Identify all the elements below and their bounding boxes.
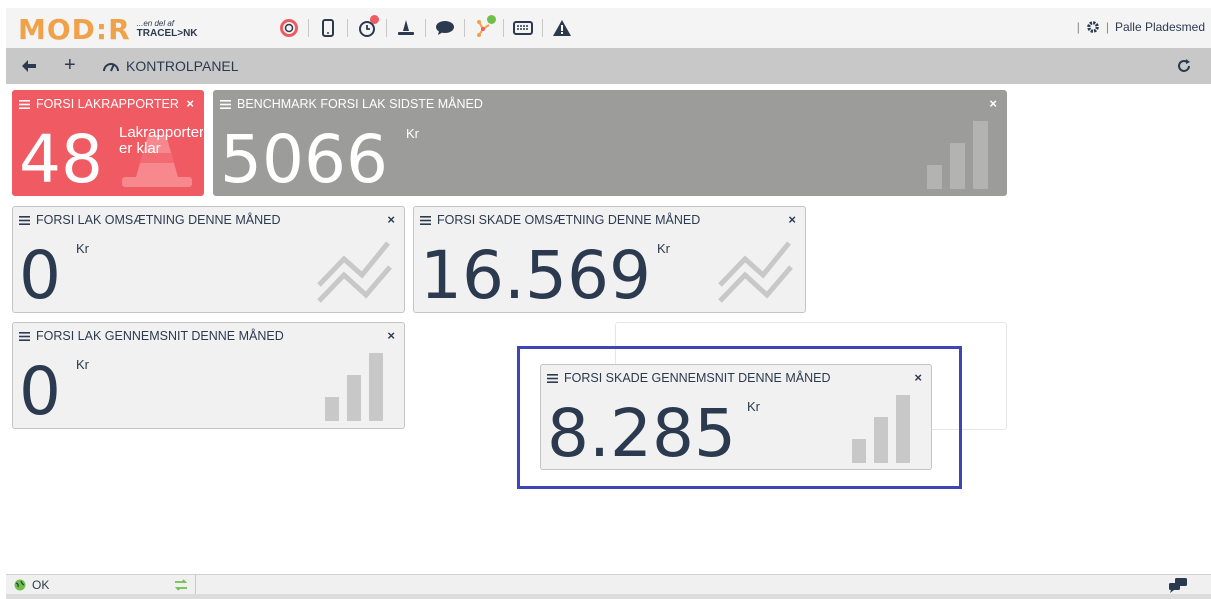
status-text: OK — [32, 578, 50, 592]
widget-unit: Kr — [76, 357, 89, 372]
widget-lak-gennemsnit[interactable]: FORSI LAK GENNEMSNIT DENNE MÅNED × 0 Kr — [12, 322, 405, 429]
user-name[interactable]: Palle Pladesmed — [1115, 20, 1205, 34]
widget-value: 0 — [19, 353, 61, 429]
logo-brand: TRACEL>NK — [136, 28, 198, 39]
menu-icon[interactable] — [547, 373, 558, 383]
cone-icon[interactable] — [393, 16, 419, 40]
divider: | — [1076, 20, 1080, 34]
lifebuoy-icon[interactable] — [276, 16, 302, 40]
notification-dot — [370, 15, 379, 24]
toolbar-divider — [542, 19, 543, 37]
clock-icon[interactable] — [354, 15, 380, 40]
close-icon[interactable]: × — [989, 96, 997, 111]
widget-header: FORSI LAKRAPPORTER — [19, 97, 179, 111]
warning-icon[interactable] — [549, 16, 575, 40]
page-title-text: KONTROLPANEL — [126, 58, 239, 74]
widget-title: FORSI LAK OMSÆTNING DENNE MÅNED — [36, 213, 281, 227]
top-header: MOD:R ...en del af TRACEL>NK | | Palle P… — [6, 8, 1211, 48]
close-icon[interactable]: × — [387, 328, 395, 343]
chat-icon[interactable] — [432, 16, 458, 40]
logo[interactable]: MOD:R ...en del af TRACEL>NK — [18, 12, 198, 46]
close-icon[interactable]: × — [387, 212, 395, 227]
widget-title: BENCHMARK FORSI LAK SIDSTE MÅNED — [237, 97, 483, 111]
close-icon[interactable]: × — [788, 212, 796, 227]
status-bar: OK — [6, 574, 1211, 595]
widget-value: 48 — [19, 121, 103, 196]
widget-unit: Kr — [76, 241, 89, 256]
page-title: KONTROLPANEL — [102, 58, 239, 74]
refresh-icon[interactable] — [1175, 57, 1193, 75]
divider — [195, 575, 196, 595]
widget-header: FORSI SKADE OMSÆTNING DENNE MÅNED — [420, 213, 700, 227]
toolbar-icons — [276, 15, 575, 40]
gear-icon[interactable] — [1086, 20, 1100, 34]
widget-lak-omsaetning[interactable]: FORSI LAK OMSÆTNING DENNE MÅNED × 0 Kr — [12, 206, 405, 313]
widget-skade-gennemsnit[interactable]: FORSI SKADE GENNEMSNIT DENNE MÅNED × 8.2… — [540, 364, 932, 470]
speedometer-icon — [103, 63, 119, 72]
widget-lakrapporter[interactable]: FORSI LAKRAPPORTER × 48 Lakrapporter er … — [12, 90, 204, 196]
widget-description-line: Lakrapporter — [119, 124, 204, 141]
widget-unit: Kr — [747, 399, 760, 414]
add-icon[interactable]: + — [64, 54, 76, 76]
widget-unit: Kr — [657, 241, 670, 256]
keyboard-icon[interactable] — [510, 16, 536, 40]
nav-bar: + KONTROLPANEL — [6, 48, 1211, 84]
widget-title: FORSI LAK GENNEMSNIT DENNE MÅNED — [36, 329, 284, 343]
close-icon[interactable]: × — [186, 96, 194, 111]
logo-subtitle: ...en del af TRACEL>NK — [137, 19, 198, 39]
widget-value: 5066 — [220, 121, 388, 196]
logo-main-text: MOD:R — [18, 12, 131, 46]
widget-title: FORSI SKADE GENNEMSNIT DENNE MÅNED — [564, 371, 831, 385]
widget-benchmark[interactable]: BENCHMARK FORSI LAK SIDSTE MÅNED × 5066 … — [213, 90, 1007, 196]
menu-icon[interactable] — [19, 215, 30, 225]
bar-chart-icon — [325, 353, 383, 421]
menu-icon[interactable] — [420, 215, 431, 225]
widget-title: FORSI LAKRAPPORTER — [36, 97, 179, 111]
widget-value: 8.285 — [547, 395, 736, 470]
line-chart-icon — [317, 241, 392, 303]
globe-icon — [14, 579, 26, 591]
widget-title: FORSI SKADE OMSÆTNING DENNE MÅNED — [437, 213, 701, 227]
toolbar-divider — [386, 19, 387, 37]
divider: | — [1105, 20, 1109, 34]
toolbar-divider — [464, 19, 465, 37]
menu-icon[interactable] — [19, 99, 30, 109]
widget-skade-omsaetning[interactable]: FORSI SKADE OMSÆTNING DENNE MÅNED × 16.5… — [413, 206, 806, 313]
toolbar-divider — [347, 19, 348, 37]
user-area: | | Palle Pladesmed — [1071, 20, 1205, 34]
menu-icon[interactable] — [220, 99, 231, 109]
widget-value: 0 — [19, 237, 61, 313]
line-chart-icon — [718, 241, 793, 303]
widget-header: FORSI LAK GENNEMSNIT DENNE MÅNED — [19, 329, 284, 343]
bar-chart-icon — [852, 395, 910, 463]
mobile-icon[interactable] — [315, 16, 341, 40]
widget-value: 16.569 — [420, 237, 651, 313]
widget-header: FORSI SKADE GENNEMSNIT DENNE MÅNED — [547, 371, 830, 385]
network-icon[interactable] — [471, 15, 497, 40]
toolbar-divider — [425, 19, 426, 37]
back-arrow-icon[interactable] — [20, 57, 38, 75]
widget-description: Lakrapporter er klar — [119, 124, 204, 157]
notification-dot — [487, 15, 496, 24]
bar-chart-icon — [927, 121, 988, 189]
widget-description-line: er klar — [119, 140, 161, 157]
close-icon[interactable]: × — [914, 370, 922, 385]
toolbar-divider — [308, 19, 309, 37]
menu-icon[interactable] — [19, 331, 30, 341]
widget-header: BENCHMARK FORSI LAK SIDSTE MÅNED — [220, 97, 483, 111]
widget-unit: Kr — [406, 126, 419, 141]
connection-status[interactable]: OK — [14, 578, 49, 592]
toolbar-divider — [503, 19, 504, 37]
widget-header: FORSI LAK OMSÆTNING DENNE MÅNED — [19, 213, 280, 227]
bottom-edge — [6, 594, 1211, 599]
